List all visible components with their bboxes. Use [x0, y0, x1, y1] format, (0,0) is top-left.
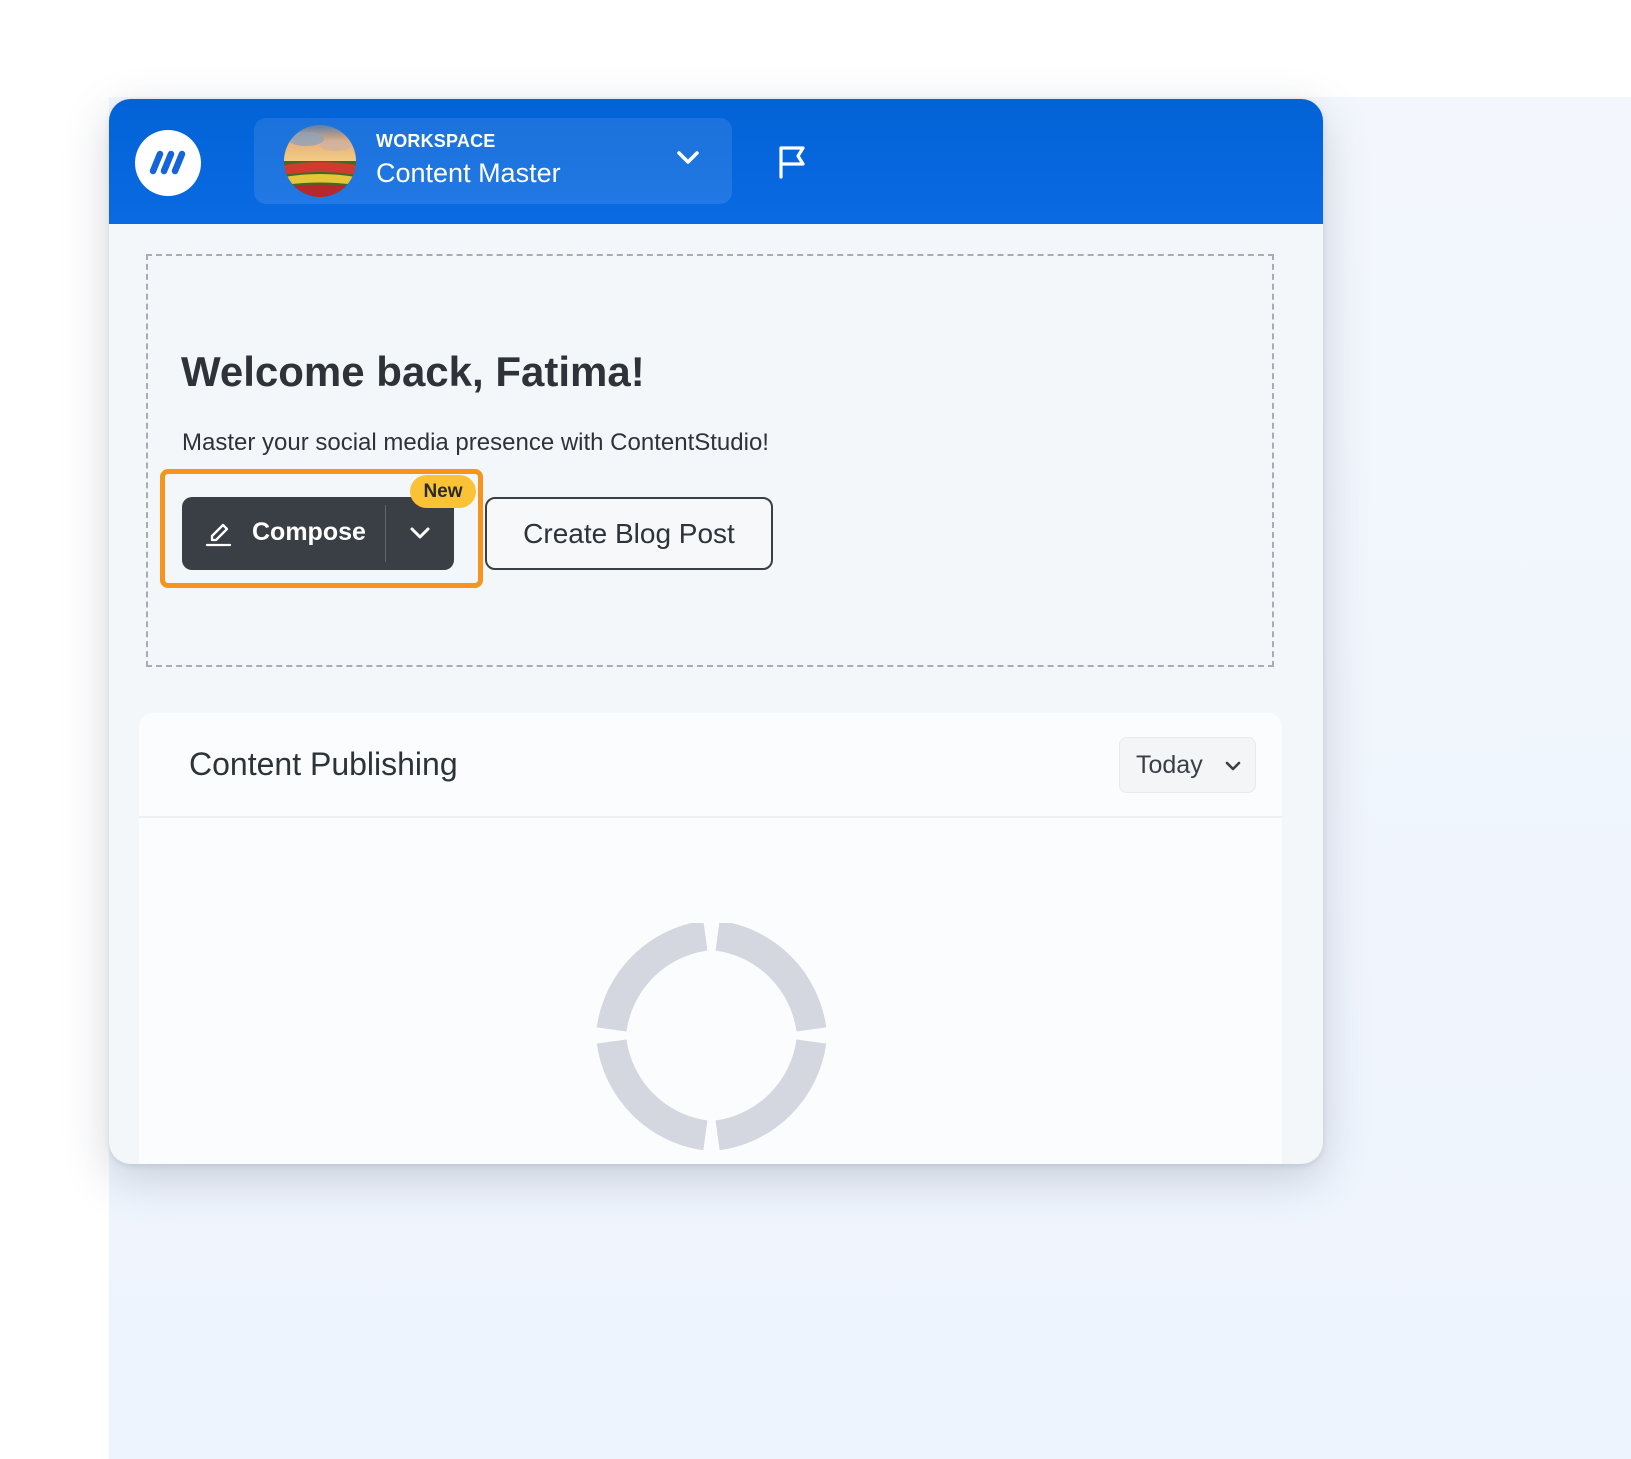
workspace-switcher[interactable]: WORKSPACE Content Master: [254, 118, 732, 204]
create-blog-post-button[interactable]: Create Blog Post: [485, 497, 773, 570]
flag-button[interactable]: [769, 139, 815, 185]
welcome-panel: [146, 254, 1274, 667]
content-publishing-header: Content Publishing Today: [139, 713, 1282, 818]
workspace-label: WORKSPACE: [376, 131, 496, 151]
chevron-down-icon: [410, 527, 430, 539]
new-badge: New: [410, 475, 476, 508]
chevron-down-icon: [1225, 761, 1241, 771]
workspace-avatar: [284, 125, 356, 197]
flag-icon: [779, 146, 805, 179]
compose-button[interactable]: Compose: [182, 497, 385, 570]
welcome-subtitle: Master your social media presence with C…: [182, 429, 769, 456]
pen-icon: [205, 523, 232, 547]
loading-spinner-icon: [596, 923, 827, 1151]
content-publishing-card: Content Publishing Today: [139, 713, 1282, 1164]
compose-label: Compose: [252, 518, 366, 546]
chevron-down-icon[interactable]: [672, 142, 704, 174]
period-label: Today: [1136, 751, 1203, 779]
content-publishing-title: Content Publishing: [189, 746, 458, 782]
dashboard-window: WORKSPACE Content Master Welcome back, F…: [109, 99, 1323, 1164]
compose-split-button: Compose: [182, 497, 454, 570]
period-select[interactable]: Today: [1119, 737, 1256, 793]
welcome-title: Welcome back, Fatima!: [181, 348, 645, 395]
workspace-name: Content Master: [376, 158, 561, 188]
top-navigation-bar: WORKSPACE Content Master: [109, 99, 1323, 224]
contentstudio-logo-icon[interactable]: [135, 130, 201, 196]
